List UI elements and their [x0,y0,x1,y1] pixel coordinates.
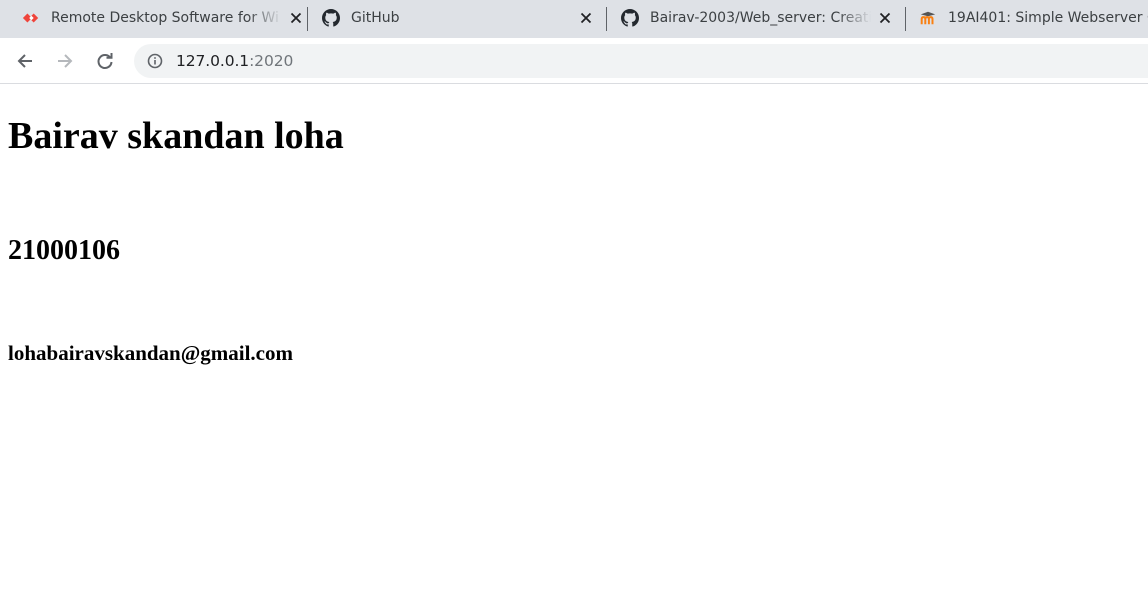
address-bar[interactable]: 127.0.0.1:2020 [134,44,1148,78]
forward-button[interactable] [50,46,80,76]
tab-remote-desktop[interactable]: Remote Desktop Software for Wi [22,0,304,35]
close-tab-icon[interactable] [578,10,594,26]
tab-simple-webserver[interactable]: 19AI401: Simple Webserver Co [919,0,1148,35]
name-heading: Bairav skandan loha [8,115,344,157]
reload-icon [97,53,113,69]
tab-title: Bairav-2003/Web_server: Creatinc [650,9,871,26]
close-tab-button[interactable] [578,0,596,35]
forward-arrow-icon [58,54,73,68]
back-button[interactable] [10,46,40,76]
browser-toolbar: 127.0.0.1:2020 [0,38,1148,84]
tab-separator [606,7,607,31]
back-arrow-icon [17,54,32,68]
url-text[interactable]: 127.0.0.1:2020 [176,52,293,70]
close-tab-icon[interactable] [877,10,893,26]
tab-title: GitHub [351,9,400,26]
tab-web-server-repo[interactable]: Bairav-2003/Web_server: Creatinc [621,0,893,35]
tab-separator [307,7,308,31]
tab-github[interactable]: GitHub [322,0,592,35]
id-heading: 21000106 [8,235,120,266]
url-port: :2020 [249,52,294,70]
url-host: 127.0.0.1 [176,52,250,70]
anydesk-icon [22,9,40,27]
tab-title: 19AI401: Simple Webserver Co [948,9,1148,26]
moodle-icon [919,9,937,27]
github-icon [621,8,639,27]
github-icon [322,8,340,27]
site-info-icon[interactable] [147,53,163,69]
reload-button[interactable] [90,46,120,76]
close-tab-icon[interactable] [288,10,304,26]
email-heading: lohabairavskandan@gmail.com [8,341,293,365]
tab-separator [905,7,906,31]
tab-strip: Remote Desktop Software for Wi GitHub Ba… [0,0,1148,38]
page-content: Bairav skandan loha 21000106 lohabairavs… [0,85,1148,611]
tab-title: Remote Desktop Software for Wi [51,9,279,26]
